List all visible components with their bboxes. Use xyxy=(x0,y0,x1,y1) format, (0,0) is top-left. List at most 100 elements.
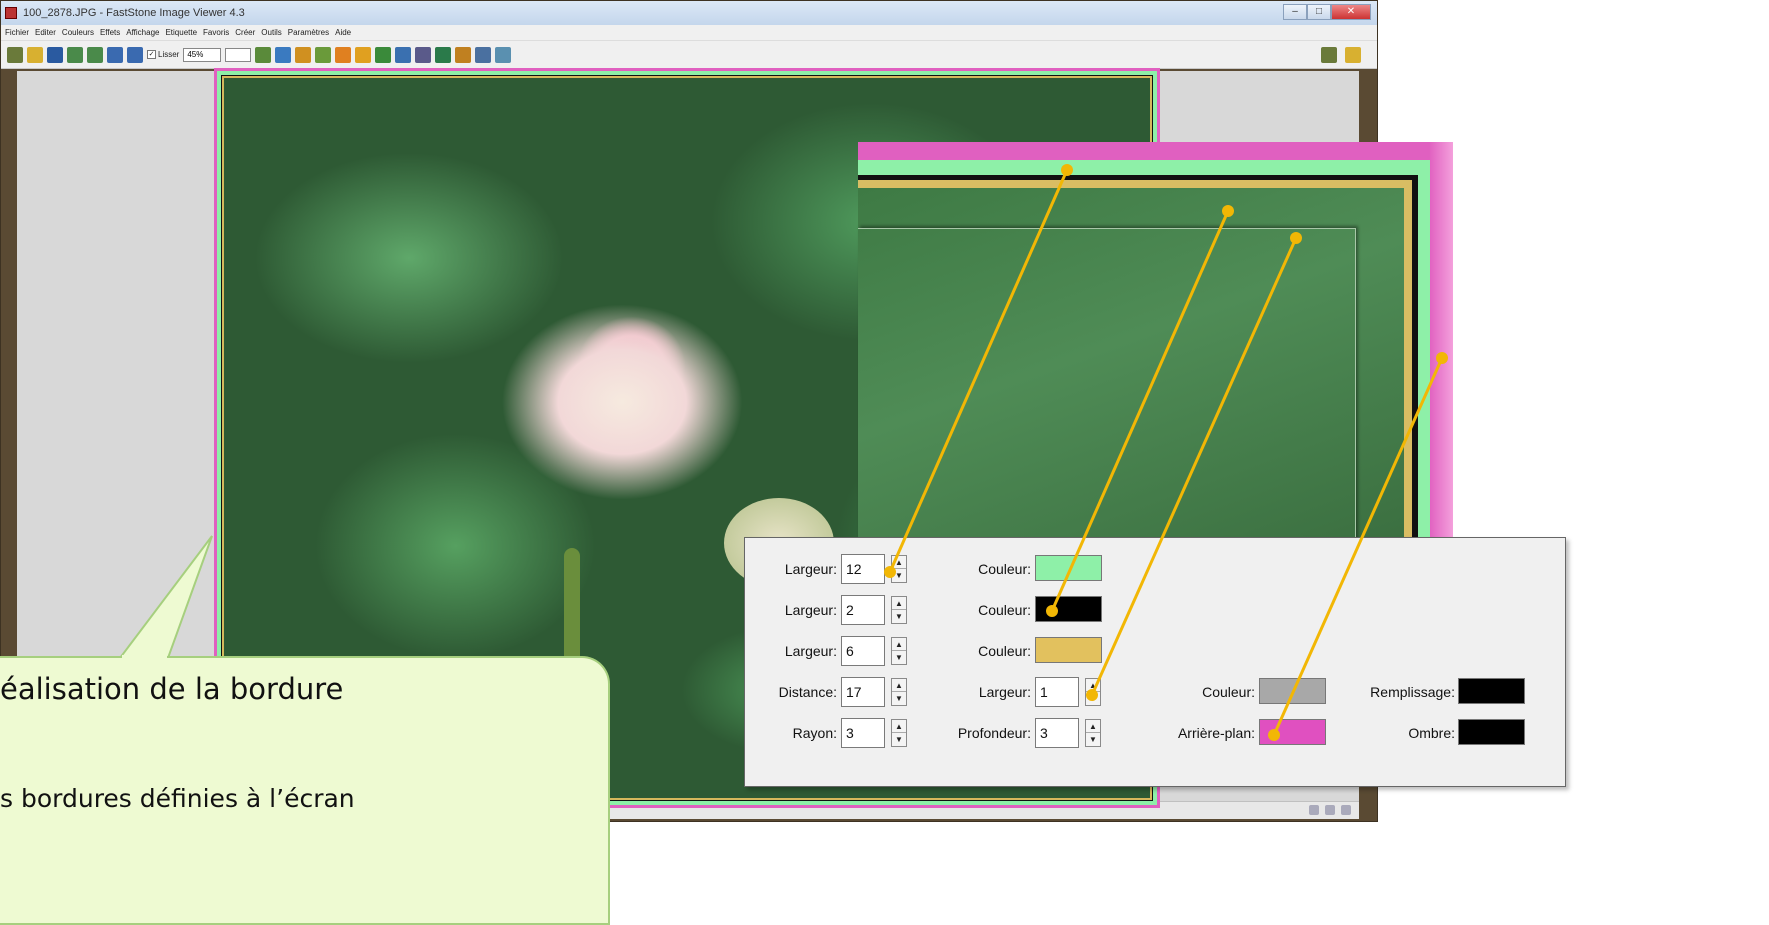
menu-etiquette[interactable]: Etiquette xyxy=(165,28,197,37)
status-settings-icon[interactable] xyxy=(1325,805,1335,815)
draw-icon[interactable] xyxy=(355,46,372,63)
browse-icon[interactable] xyxy=(7,46,23,63)
red-eye-icon[interactable] xyxy=(335,46,352,63)
width-label: Largeur: xyxy=(784,643,837,659)
width-label: Largeur: xyxy=(784,602,837,618)
width-input[interactable]: 12 xyxy=(841,554,885,584)
spin-up-icon[interactable]: ▲ xyxy=(892,679,906,692)
spin-up-icon[interactable]: ▲ xyxy=(1086,679,1100,692)
color-label: Couleur: xyxy=(978,602,1031,618)
window-controls: – □ ✕ xyxy=(1283,4,1371,20)
open-folder-icon[interactable] xyxy=(27,46,43,63)
background-swatch[interactable] xyxy=(1259,719,1326,745)
menu-fichier[interactable]: Fichier xyxy=(5,28,29,37)
grid-view-icon[interactable] xyxy=(1321,47,1337,63)
menu-effets[interactable]: Effets xyxy=(100,28,120,37)
width-spinner[interactable]: ▲ ▼ xyxy=(891,637,907,665)
depth-spinner[interactable]: ▲ ▼ xyxy=(1085,719,1101,747)
width-spinner[interactable]: ▲ ▼ xyxy=(891,555,907,583)
spin-down-icon[interactable]: ▼ xyxy=(892,651,906,664)
background-label: Arrière-plan: xyxy=(1177,725,1255,741)
distance-input[interactable]: 17 xyxy=(841,677,885,707)
depth-label: Profondeur: xyxy=(957,725,1031,741)
fullscreen-icon[interactable] xyxy=(1345,47,1361,63)
menu-couleurs[interactable]: Couleurs xyxy=(62,28,94,37)
slideshow-icon[interactable] xyxy=(455,46,472,63)
status-fullscreen-icon[interactable] xyxy=(1341,805,1351,815)
save-icon[interactable] xyxy=(47,46,63,63)
line-width-spinner[interactable]: ▲ ▼ xyxy=(1085,678,1101,706)
status-thumb-icon[interactable] xyxy=(1309,805,1319,815)
fill-label: Remplissage: xyxy=(1370,684,1455,700)
menu-outils[interactable]: Outils xyxy=(261,28,281,37)
menu-editer[interactable]: Editer xyxy=(35,28,56,37)
rotate-right-icon[interactable] xyxy=(275,46,292,63)
zoom-select[interactable]: 45% xyxy=(183,47,222,62)
check-icon: ✓ xyxy=(147,50,156,59)
width-input[interactable]: 2 xyxy=(841,595,885,625)
fit-select[interactable] xyxy=(225,47,252,62)
resize-icon[interactable] xyxy=(295,46,312,63)
compare-icon[interactable] xyxy=(395,46,412,63)
wallpaper-icon[interactable] xyxy=(475,46,492,63)
color-label: Couleur: xyxy=(978,561,1031,577)
spin-up-icon[interactable]: ▲ xyxy=(892,556,906,569)
maximize-button[interactable]: □ xyxy=(1307,4,1331,20)
crop-icon[interactable] xyxy=(315,46,332,63)
zoom-out-icon[interactable] xyxy=(127,46,143,63)
spin-down-icon[interactable]: ▼ xyxy=(892,733,906,746)
width-spinner[interactable]: ▲ ▼ xyxy=(891,596,907,624)
color-swatch[interactable] xyxy=(1035,637,1102,663)
menu-creer[interactable]: Créer xyxy=(235,28,255,37)
color-icon[interactable] xyxy=(375,46,392,63)
spin-down-icon[interactable]: ▼ xyxy=(1086,733,1100,746)
spin-down-icon[interactable]: ▼ xyxy=(892,610,906,623)
zoom-in-icon[interactable] xyxy=(107,46,123,63)
callout-text: s bordures définies à l’écran xyxy=(0,784,355,813)
width-label: Largeur: xyxy=(784,561,837,577)
line-width-label: Largeur: xyxy=(978,684,1031,700)
line-width-input[interactable]: 1 xyxy=(1035,677,1079,707)
rotate-left-icon[interactable] xyxy=(255,46,272,63)
settings-icon[interactable] xyxy=(495,46,512,63)
distance-spinner[interactable]: ▲ ▼ xyxy=(891,678,907,706)
spin-up-icon[interactable]: ▲ xyxy=(892,638,906,651)
line-color-label: Couleur: xyxy=(1202,684,1255,700)
spin-down-icon[interactable]: ▼ xyxy=(892,692,906,705)
menu-favoris[interactable]: Favoris xyxy=(203,28,229,37)
status-icons xyxy=(1309,805,1351,815)
radius-input[interactable]: 3 xyxy=(841,718,885,748)
next-icon[interactable] xyxy=(87,46,103,63)
smooth-checkbox[interactable]: ✓ Lisser xyxy=(147,50,179,59)
zoomed-border-inset xyxy=(858,142,1453,542)
color-label: Couleur: xyxy=(978,643,1031,659)
distance-label: Distance: xyxy=(778,684,837,700)
width-input[interactable]: 6 xyxy=(841,636,885,666)
spin-down-icon[interactable]: ▼ xyxy=(1086,692,1100,705)
spin-down-icon[interactable]: ▼ xyxy=(892,569,906,582)
radius-label: Rayon: xyxy=(792,725,837,741)
email-icon[interactable] xyxy=(415,46,432,63)
spin-up-icon[interactable]: ▲ xyxy=(1086,720,1100,733)
print-icon[interactable] xyxy=(435,46,452,63)
menu-bar: Fichier Editer Couleurs Effets Affichage… xyxy=(1,25,1377,41)
color-swatch[interactable] xyxy=(1035,555,1102,581)
title-bar: 100_2878.JPG - FastStone Image Viewer 4.… xyxy=(1,1,1377,25)
app-icon xyxy=(5,7,17,19)
previous-icon[interactable] xyxy=(67,46,83,63)
fill-swatch[interactable] xyxy=(1458,678,1525,704)
menu-aide[interactable]: Aide xyxy=(335,28,351,37)
depth-input[interactable]: 3 xyxy=(1035,718,1079,748)
shadow-swatch[interactable] xyxy=(1458,719,1525,745)
menu-parametres[interactable]: Paramètres xyxy=(288,28,329,37)
spin-up-icon[interactable]: ▲ xyxy=(892,597,906,610)
menu-affichage[interactable]: Affichage xyxy=(126,28,159,37)
inset-shadow xyxy=(1429,142,1453,542)
close-button[interactable]: ✕ xyxy=(1331,4,1371,20)
line-color-swatch[interactable] xyxy=(1259,678,1326,704)
radius-spinner[interactable]: ▲ ▼ xyxy=(891,719,907,747)
color-swatch[interactable] xyxy=(1035,596,1102,622)
smooth-label: Lisser xyxy=(158,50,180,59)
minimize-button[interactable]: – xyxy=(1283,4,1307,20)
spin-up-icon[interactable]: ▲ xyxy=(892,720,906,733)
